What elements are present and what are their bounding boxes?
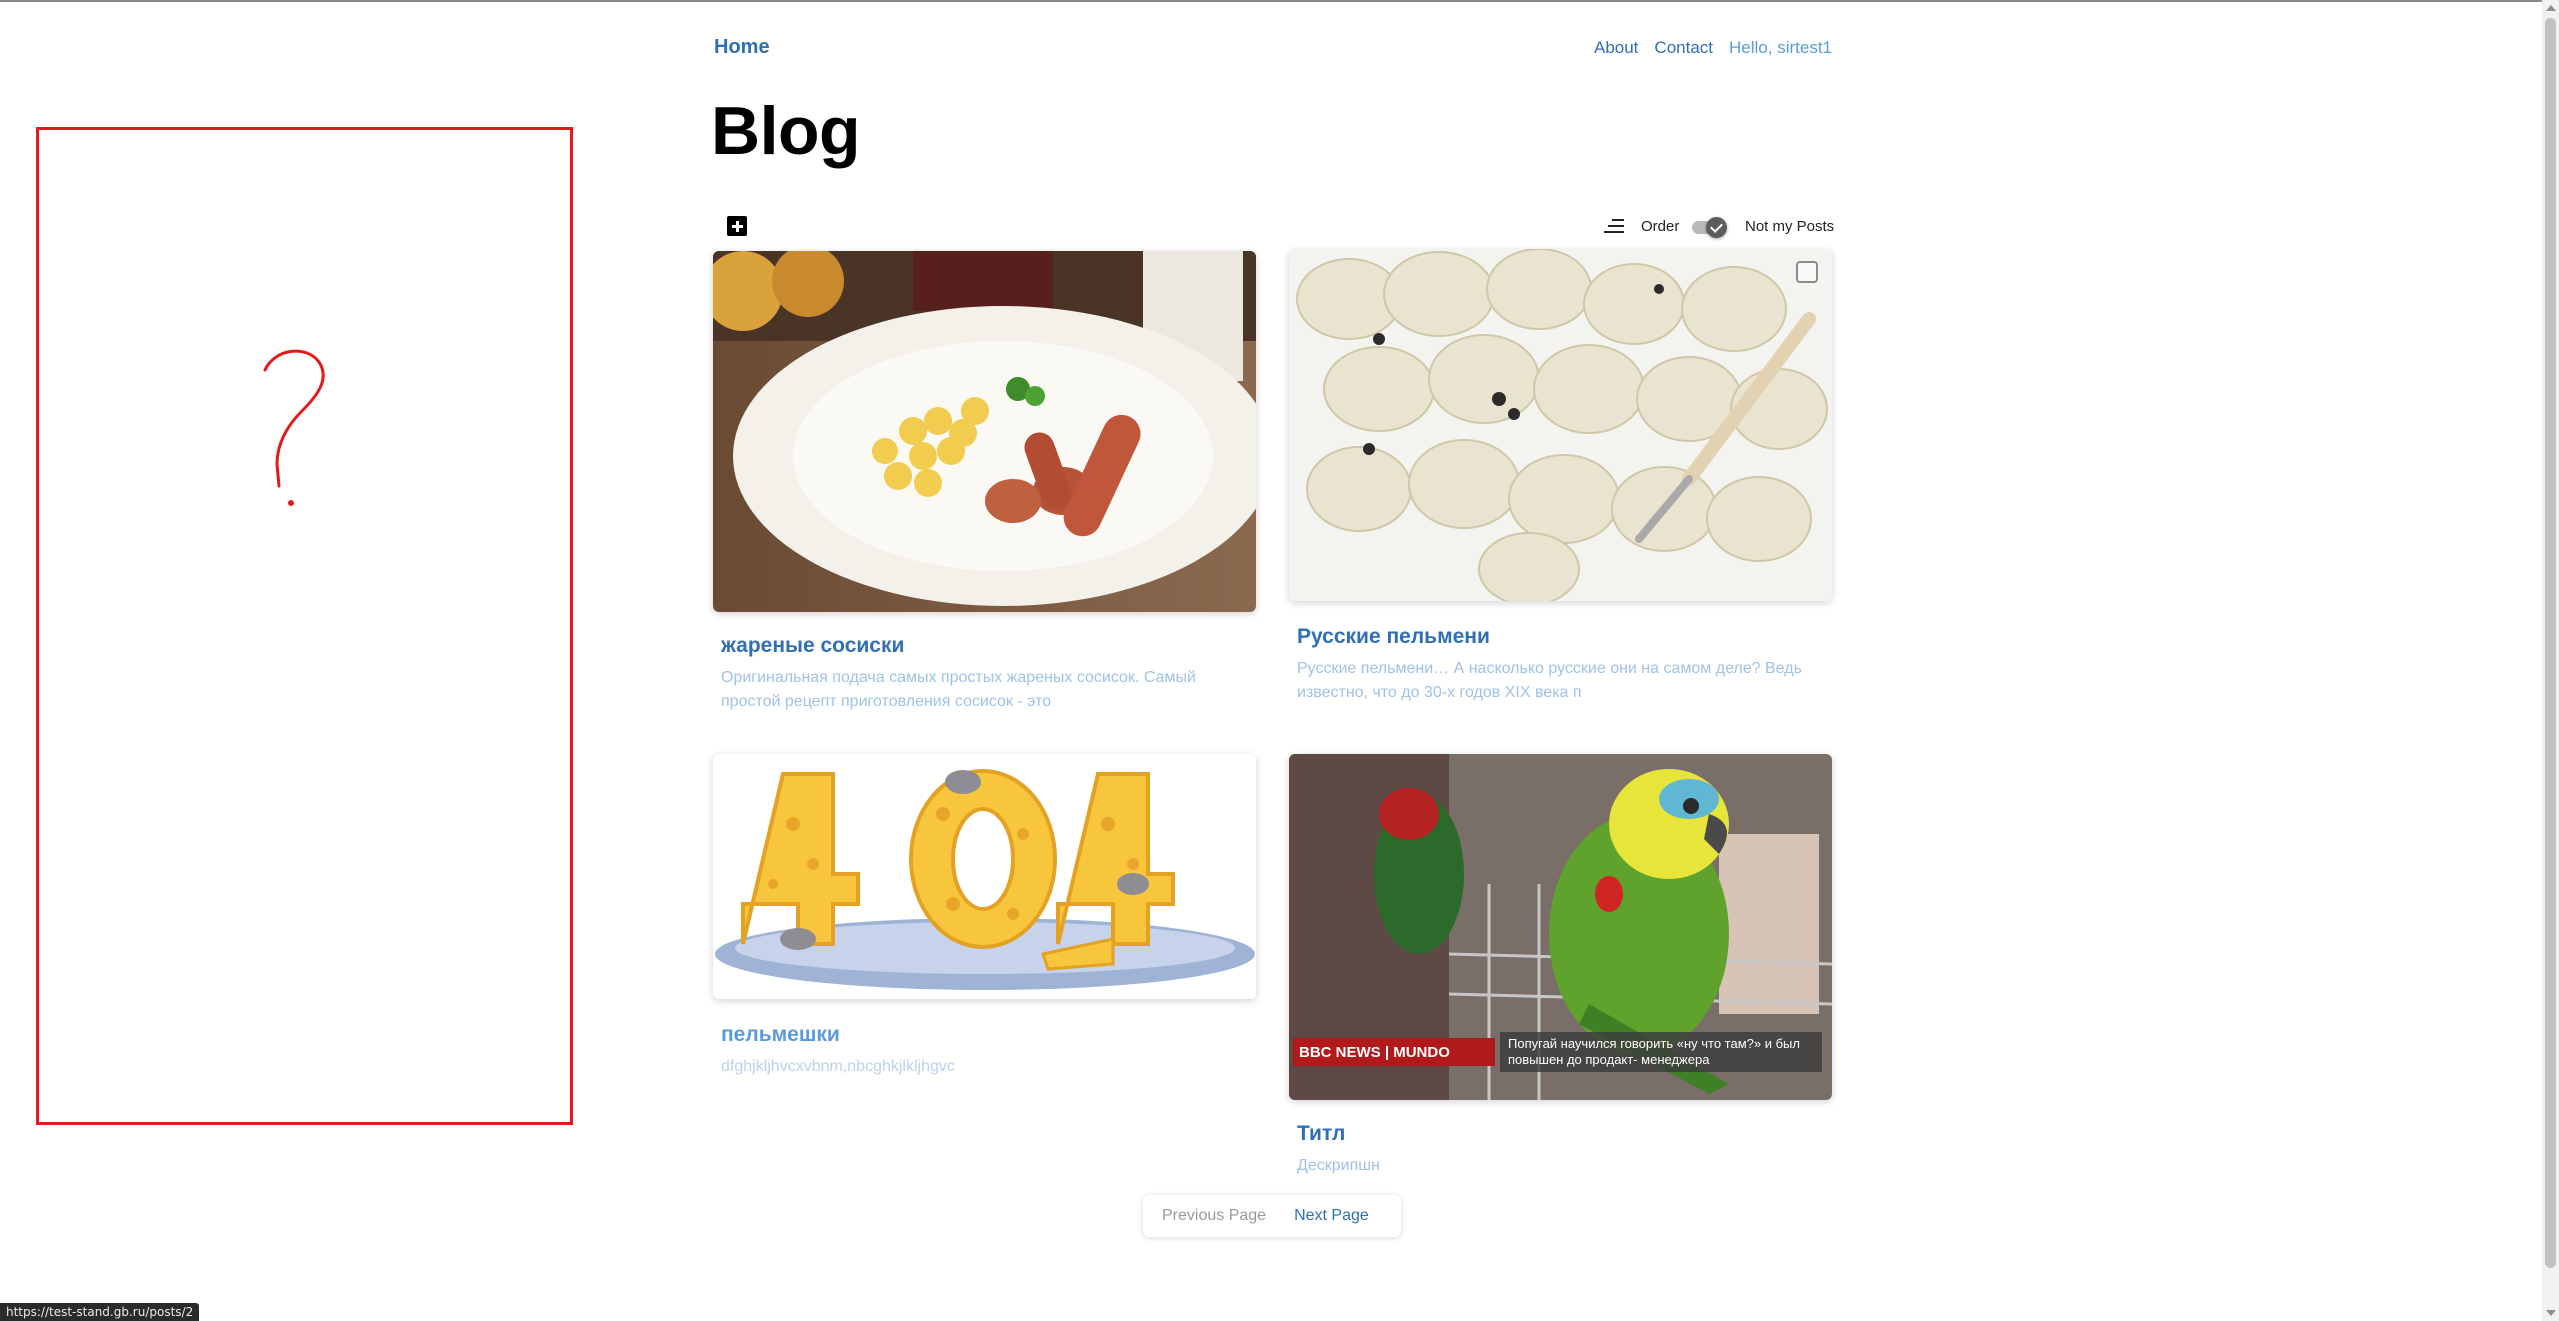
post-description: Дескрипшн [1297,1157,1380,1174]
sort-icon[interactable] [1603,217,1625,235]
post-image-parrot[interactable]: BBC NEWS | MUNDO Попугай научился говори… [1289,754,1832,1100]
not-my-posts-label[interactable]: Not my Posts [1745,218,1834,235]
nav-about-link[interactable]: About [1594,38,1638,58]
vertical-scrollbar[interactable] [2542,0,2559,1321]
bbc-news-logo: BBC NEWS | MUNDO [1293,1038,1495,1066]
question-mark-icon [263,349,325,506]
post-card[interactable]: жареные сосиски Оригинальная подача самы… [713,251,1256,714]
nav-contact-link[interactable]: Contact [1654,38,1713,58]
top-nav: About Contact Hello, sirtest1 [1594,38,1832,58]
order-label[interactable]: Order [1641,218,1679,235]
sketch-annotation-box [36,127,573,1125]
post-image-404[interactable] [713,754,1256,999]
post-card[interactable]: BBC NEWS | MUNDO Попугай научился говори… [1289,754,1832,1178]
post-description: dfghjkljhvcxvbnm,nbcghkjlkljhgvc [721,1058,955,1075]
post-title[interactable]: Русские пельмени [1289,625,1832,649]
post-card[interactable]: Русские пельмени Русские пельмени… А нас… [1289,249,1832,705]
news-overlay: BBC NEWS | MUNDO Попугай научился говори… [1289,1032,1832,1072]
expand-icon[interactable] [1796,261,1818,283]
user-greeting[interactable]: Hello, sirtest1 [1729,38,1832,58]
post-card[interactable]: пельмешки dfghjkljhvcxvbnm,nbcghkjlkljhg… [713,754,1256,1079]
post-description: Оригинальная подача самых простых жарены… [721,669,1196,710]
overlay-caption: Попугай научился говорить «ну что там?» … [1500,1032,1822,1072]
status-bar-url: https://test-stand.gb.ru/posts/2 [0,1303,200,1321]
window-top-border [0,0,2559,2]
previous-page-button[interactable]: Previous Page [1162,1207,1266,1225]
check-icon [1706,217,1727,238]
pagination: Previous Page Next Page [1143,1195,1401,1237]
scroll-up-icon[interactable] [2546,5,2556,11]
scroll-down-icon[interactable] [2546,1310,2556,1316]
post-description: Русские пельмени… А насколько русские он… [1297,660,1802,701]
post-image-fried-sausages[interactable] [713,251,1256,612]
post-image-dumplings[interactable] [1289,249,1832,601]
page-title: Blog [711,93,861,169]
scrollbar-thumb[interactable] [2545,18,2556,1268]
not-my-posts-toggle[interactable] [1690,217,1728,238]
post-title[interactable]: пельмешки [713,1023,1256,1047]
post-title[interactable]: жареные сосиски [713,634,1256,658]
post-title[interactable]: Титл [1289,1122,1832,1146]
nav-home-link[interactable]: Home [714,36,770,59]
add-post-button[interactable] [727,216,747,236]
next-page-button[interactable]: Next Page [1294,1207,1369,1225]
